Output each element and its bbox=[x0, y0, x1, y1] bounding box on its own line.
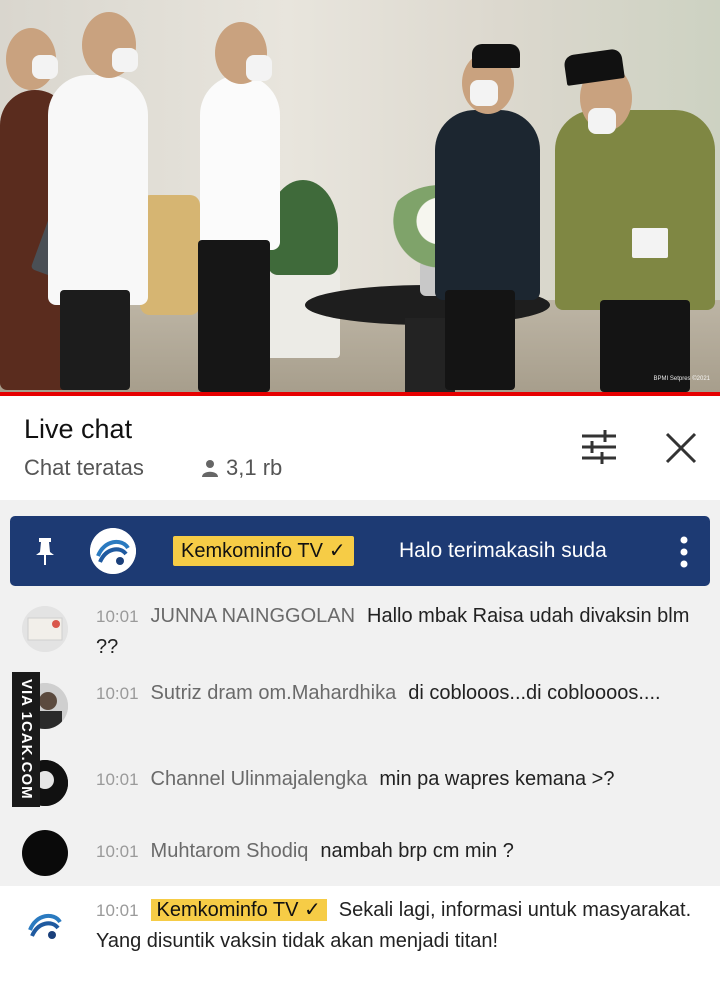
chair bbox=[140, 195, 200, 315]
message-author[interactable]: JUNNA NAINGGOLAN bbox=[151, 605, 355, 627]
kominfo-logo-icon bbox=[90, 528, 136, 574]
person-5 bbox=[555, 110, 715, 310]
avatar-image bbox=[22, 606, 68, 652]
message-body: 10:01 Kemkominfo TV ✓ Sekali lagi, informa… bbox=[96, 895, 700, 957]
message-text: nambah brp cm min ? bbox=[320, 840, 514, 862]
verified-icon: ✓ bbox=[304, 899, 321, 921]
viewer-count: 3,1 rb bbox=[200, 455, 282, 481]
mask bbox=[470, 80, 498, 106]
message-body: 10:01 Muhtarom Shodiq nambah brp cm min ? bbox=[96, 836, 700, 867]
person-2 bbox=[48, 75, 148, 305]
chat-message[interactable]: 10:01 Sutriz dram om.Mahardhika di coblooo… bbox=[0, 675, 720, 745]
chat-message[interactable]: 10:01 JUNNA NAINGGOLAN Hallo mbak Raisa ud… bbox=[0, 598, 720, 668]
person-2-legs bbox=[60, 290, 130, 390]
pinned-author: Kemkominfo TV bbox=[181, 540, 323, 562]
video-player[interactable]: BPMI Setpres ©2021 bbox=[0, 0, 720, 392]
live-chat-header: Live chat Chat teratas 3,1 rb bbox=[0, 396, 720, 500]
mask bbox=[32, 55, 58, 79]
message-body: 10:01 JUNNA NAINGGOLAN Hallo mbak Raisa ud… bbox=[96, 601, 700, 663]
message-author[interactable]: Sutriz dram om.Mahardhika bbox=[151, 682, 397, 704]
paper-envelope bbox=[632, 228, 668, 258]
pinned-message-text: Halo terimakasih suda bbox=[399, 539, 607, 562]
message-body: 10:01 Channel Ulinmajalengka min pa wapres… bbox=[96, 764, 700, 795]
message-time: 10:01 bbox=[96, 607, 139, 626]
mask bbox=[588, 108, 616, 134]
person-4-legs bbox=[445, 290, 515, 390]
message-text: di coblooos...di cobloooos.... bbox=[408, 682, 661, 704]
filter-sliders-icon[interactable] bbox=[578, 426, 620, 468]
message-time: 10:01 bbox=[96, 770, 139, 789]
site-watermark: VIA 1CAK.COM bbox=[12, 672, 40, 807]
verified-icon: ✓ bbox=[328, 540, 346, 562]
live-chat-title: Live chat bbox=[24, 414, 133, 444]
author-badge[interactable]: Kemkominfo TV ✓ bbox=[150, 899, 327, 921]
message-body: 10:01 Sutriz dram om.Mahardhika di coblooo… bbox=[96, 678, 700, 709]
kominfo-logo-icon bbox=[22, 902, 68, 948]
chat-message[interactable]: 10:01 Muhtarom Shodiq nambah brp cm min ? bbox=[0, 828, 720, 878]
close-icon[interactable] bbox=[661, 428, 701, 468]
person-icon bbox=[202, 460, 218, 477]
message-author: Kemkominfo TV bbox=[156, 899, 299, 921]
mask bbox=[246, 55, 272, 81]
mask bbox=[112, 48, 138, 72]
kominfo-avatar bbox=[90, 528, 136, 574]
chat-mode-selector[interactable]: Chat teratas bbox=[24, 455, 144, 481]
message-author[interactable]: Muhtarom Shodiq bbox=[151, 840, 309, 862]
peci-cap bbox=[472, 44, 520, 68]
chat-message[interactable]: 10:01 Channel Ulinmajalengka min pa wapres… bbox=[0, 758, 720, 808]
screen: BPMI Setpres ©2021 Live chat Chat terata… bbox=[0, 0, 720, 987]
pinned-message[interactable]: Kemkominfo TV ✓ Halo terimakasih suda bbox=[10, 516, 710, 586]
person-4 bbox=[435, 110, 540, 300]
pin-icon bbox=[36, 538, 54, 565]
author-badge[interactable]: Kemkominfo TV ✓ bbox=[173, 536, 354, 566]
message-time: 10:01 bbox=[96, 842, 139, 861]
message-time: 10:01 bbox=[96, 901, 139, 920]
person-3-legs bbox=[198, 240, 270, 392]
person-3 bbox=[200, 75, 280, 250]
kominfo-avatar[interactable] bbox=[22, 902, 68, 948]
chat-message[interactable]: 10:01 Kemkominfo TV ✓ Sekali lagi, informa… bbox=[0, 886, 720, 987]
viewer-count-value: 3,1 rb bbox=[226, 455, 283, 480]
avatar[interactable] bbox=[22, 830, 68, 876]
more-vert-icon[interactable] bbox=[674, 534, 694, 570]
avatar[interactable] bbox=[22, 606, 68, 652]
scrolled-message-fragment bbox=[0, 500, 720, 516]
message-text: min pa wapres kemana >? bbox=[379, 768, 615, 790]
video-watermark: BPMI Setpres ©2021 bbox=[653, 376, 710, 382]
message-author[interactable]: Channel Ulinmajalengka bbox=[151, 768, 368, 790]
message-time: 10:01 bbox=[96, 684, 139, 703]
